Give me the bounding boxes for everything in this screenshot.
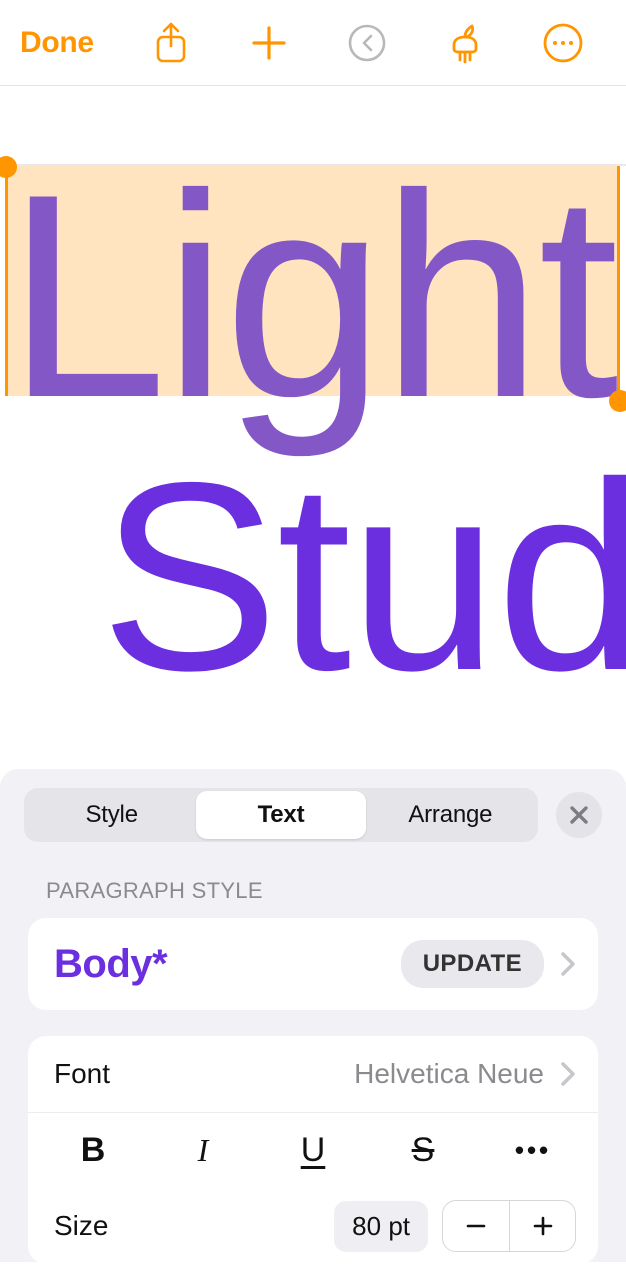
canvas-text-line-2[interactable]: Stud: [100, 422, 626, 731]
text-attributes-card: Font Helvetica Neue B I U S ••• Size 80 …: [28, 1036, 598, 1264]
format-buttons-row: B I U S •••: [28, 1112, 598, 1188]
paragraph-style-card: Body* UPDATE: [28, 918, 598, 1010]
size-stepper: [442, 1200, 576, 1252]
font-label: Font: [54, 1058, 354, 1090]
format-tabs: Style Text Arrange: [24, 788, 538, 842]
toolbar: Done: [0, 0, 626, 86]
selection-handle-end[interactable]: [609, 390, 626, 412]
close-panel-button[interactable]: [556, 792, 602, 838]
section-label-paragraph-style: PARAGRAPH STYLE: [0, 852, 626, 918]
more-circle-icon[interactable]: [518, 13, 608, 73]
size-decrease-button[interactable]: [443, 1201, 509, 1251]
font-value: Helvetica Neue: [354, 1058, 544, 1090]
size-value[interactable]: 80 pt: [334, 1201, 428, 1252]
bold-button[interactable]: B: [45, 1123, 141, 1179]
canvas-text-line-1[interactable]: Light: [6, 130, 615, 463]
add-icon[interactable]: [224, 13, 314, 73]
tab-text[interactable]: Text: [196, 791, 365, 839]
update-style-button[interactable]: UPDATE: [401, 940, 544, 988]
size-increase-button[interactable]: [509, 1201, 575, 1251]
chevron-right-icon: [560, 1061, 576, 1087]
chevron-right-icon: [560, 951, 576, 977]
format-panel: Style Text Arrange PARAGRAPH STYLE Body*…: [0, 770, 626, 1262]
tab-arrange[interactable]: Arrange: [366, 791, 535, 839]
panel-header: Style Text Arrange: [0, 770, 626, 852]
format-brush-icon[interactable]: [420, 13, 510, 73]
undo-icon[interactable]: [322, 13, 412, 73]
paragraph-style-row[interactable]: Body* UPDATE: [28, 918, 598, 1010]
underline-button[interactable]: U: [265, 1123, 361, 1179]
paragraph-style-name: Body*: [54, 942, 401, 987]
share-icon[interactable]: [126, 13, 216, 73]
size-label: Size: [54, 1210, 334, 1242]
italic-button[interactable]: I: [155, 1123, 251, 1179]
done-button[interactable]: Done: [20, 26, 94, 60]
more-format-button[interactable]: •••: [485, 1123, 581, 1179]
font-row[interactable]: Font Helvetica Neue: [28, 1036, 598, 1112]
document-canvas[interactable]: Light Stud: [0, 86, 626, 770]
size-row: Size 80 pt: [28, 1188, 598, 1264]
tab-style[interactable]: Style: [27, 791, 196, 839]
strikethrough-button[interactable]: S: [375, 1123, 471, 1179]
